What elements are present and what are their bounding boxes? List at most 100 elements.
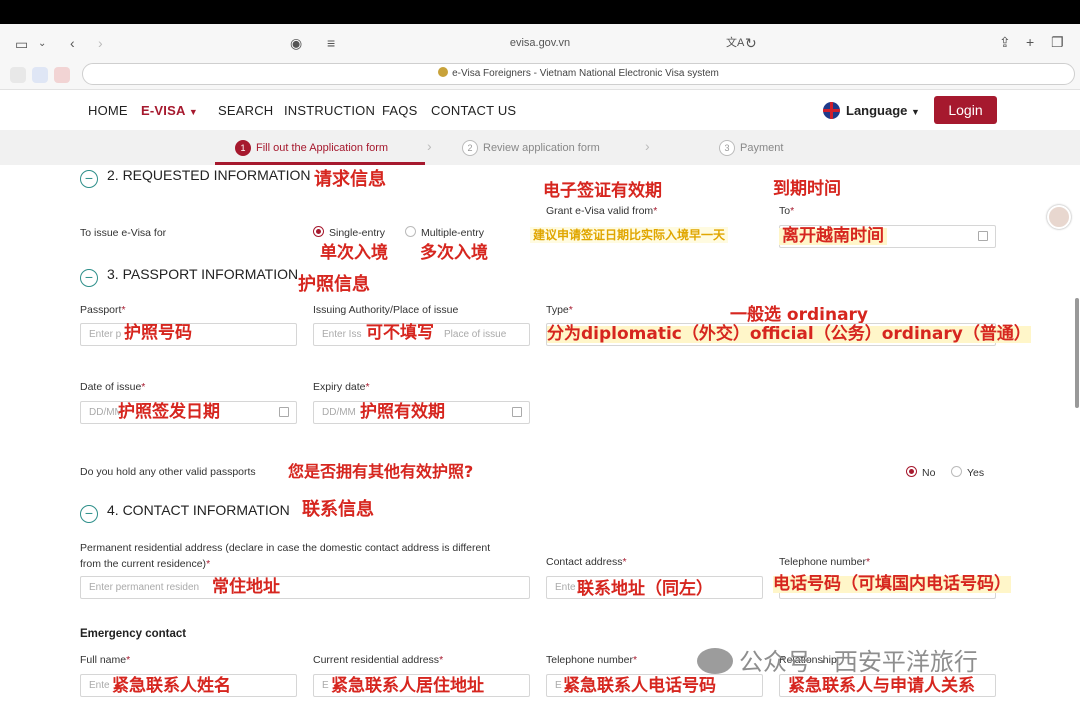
radio-selected-icon [906, 466, 917, 477]
annotation-contact-addr: 联系地址（同左） [577, 579, 713, 599]
annotation-em-addr: 紧急联系人居住地址 [331, 676, 484, 696]
reload-icon[interactable]: ↻ [745, 36, 757, 50]
label-text: Telephone number [779, 556, 866, 568]
nav-evisa-label: E-VISA [141, 103, 186, 118]
placeholder-text: DD/MM [322, 407, 356, 418]
passport-label: Passport* [80, 304, 126, 316]
permanent-address-input[interactable]: Enter permanent residen [80, 576, 530, 599]
section-requested[interactable]: −2. REQUESTED INFORMATION [80, 167, 311, 188]
annotation-valid-period: 电子签证有效期 [543, 181, 662, 201]
collapse-icon[interactable]: − [80, 505, 98, 523]
emergency-contact-heading: Emergency contact [80, 628, 187, 640]
label-text: from the current residence) [80, 558, 207, 570]
other-passport-question: Do you hold any other valid passports [80, 466, 256, 478]
share-icon[interactable]: ⇪ [999, 35, 1011, 49]
telephone-label: Telephone number* [779, 556, 870, 568]
label-text: Passport [80, 304, 122, 316]
radio-selected-icon [313, 226, 324, 237]
required-mark: * [141, 381, 146, 393]
emergency-phone-label: Telephone number* [546, 654, 637, 666]
current-address-label: Current residential address* [313, 654, 443, 666]
annotation-phone: 电话号码（可填国内电话号码） [773, 574, 1011, 594]
expiry-date-label: Expiry date* [313, 381, 370, 393]
required-mark: * [653, 205, 658, 217]
label-text: Date of issue [80, 381, 142, 393]
annotation-ordinary-hint: 一般选 ordinary [730, 305, 869, 325]
section-passport[interactable]: −3. PASSPORT INFORMATION [80, 266, 298, 287]
step-fill-form[interactable]: 1 Fill out the Application form [235, 140, 388, 156]
nav-instruction[interactable]: INSTRUCTION [284, 103, 375, 118]
section-contact[interactable]: −4. CONTACT INFORMATION [80, 502, 290, 523]
scrollbar[interactable] [1075, 298, 1079, 408]
required-mark: * [121, 304, 126, 316]
nav-faqs[interactable]: FAQS [382, 103, 417, 118]
pinned-tab-icon[interactable] [32, 67, 48, 83]
label-text: Grant e-Visa valid from [546, 205, 654, 217]
label-text: To [779, 205, 791, 217]
annotation-multiple: 多次入境 [420, 243, 488, 263]
calendar-icon[interactable] [978, 231, 988, 241]
issue-date-label: Date of issue* [80, 381, 145, 393]
language-label: Language [846, 103, 908, 118]
annotation-suggest: 建议申请签证日期比实际入境早一天 [530, 227, 729, 243]
uk-flag-icon [823, 102, 840, 119]
nav-home[interactable]: HOME [88, 103, 128, 118]
tabs-overview-icon[interactable]: ❐ [1051, 35, 1064, 49]
caret-down-icon: ▼ [911, 107, 920, 117]
annotation-expiry: 护照有效期 [360, 402, 445, 422]
required-mark: * [439, 654, 444, 666]
nav-contact[interactable]: CONTACT US [431, 103, 516, 118]
multiple-entry-radio[interactable]: Multiple-entry [405, 226, 484, 239]
calendar-icon[interactable] [512, 407, 522, 417]
browser-toolbar: ▭ ⌄ ‹ › ◉ ≡ evisa.gov.vn 文A ↻ ⇪ + ❐ e-Vi… [0, 24, 1080, 90]
active-tab[interactable]: e-Visa Foreigners - Vietnam National Ele… [82, 63, 1075, 85]
address-domain[interactable]: evisa.gov.vn [0, 37, 1080, 49]
radio-empty-icon [405, 226, 416, 237]
radio-label: Multiple-entry [421, 227, 485, 239]
other-passport-yes-radio[interactable]: Yes [951, 466, 984, 479]
chevron-right-icon: › [427, 138, 432, 154]
chat-avatar[interactable] [1047, 205, 1071, 229]
collapse-icon[interactable]: − [80, 170, 98, 188]
placeholder-text: Place of issue [444, 329, 507, 340]
step-number: 2 [462, 140, 478, 156]
nav-search[interactable]: SEARCH [218, 103, 273, 118]
annotation-leave-time: 离开越南时间 [779, 228, 887, 245]
site-nav: HOME E-VISA ▼ SEARCH INSTRUCTION FAQS CO… [0, 90, 1080, 130]
new-tab-icon[interactable]: + [1026, 35, 1034, 49]
type-label: Type* [546, 304, 573, 316]
other-passport-no-radio[interactable]: No [906, 466, 935, 479]
nav-evisa[interactable]: E-VISA ▼ [141, 103, 198, 118]
issue-for-label: To issue e-Visa for [80, 227, 167, 239]
required-mark: * [622, 556, 627, 568]
step-review[interactable]: 2 Review application form [462, 140, 600, 156]
pinned-tabs [10, 67, 70, 83]
required-mark: * [865, 556, 871, 568]
top-black-bar [0, 0, 1080, 24]
annotation-passport-info: 护照信息 [298, 274, 370, 295]
translate-icon[interactable]: 文A [726, 36, 744, 50]
login-button[interactable]: Login [934, 96, 997, 124]
single-entry-radio[interactable]: Single-entry [313, 226, 385, 239]
calendar-icon[interactable] [279, 407, 289, 417]
valid-from-label: Grant e-Visa valid from* [546, 205, 657, 217]
label-text: Full name [80, 654, 127, 666]
annotation-types: 分为diplomatic（外交）official（公务）ordinary（普通） [547, 324, 1031, 344]
collapse-icon[interactable]: − [80, 269, 98, 287]
step-payment[interactable]: 3 Payment [719, 140, 783, 156]
pinned-tab-icon[interactable] [10, 67, 26, 83]
language-selector[interactable]: Language ▼ [823, 102, 920, 119]
active-step-underline [215, 162, 425, 165]
required-mark: * [365, 381, 370, 393]
step-number: 3 [719, 140, 735, 156]
label-text: Telephone number [546, 654, 633, 666]
annotation-passport-no: 护照号码 [124, 323, 192, 343]
required-mark: * [790, 205, 795, 217]
caret-down-icon: ▼ [188, 107, 198, 117]
label-text: Expiry date [313, 381, 366, 393]
annotation-em-name: 紧急联系人姓名 [112, 676, 231, 696]
pinned-tab-icon[interactable] [54, 67, 70, 83]
radio-label: Single-entry [329, 227, 386, 239]
required-mark: * [126, 654, 131, 666]
placeholder-text: Enter Iss [322, 329, 362, 340]
